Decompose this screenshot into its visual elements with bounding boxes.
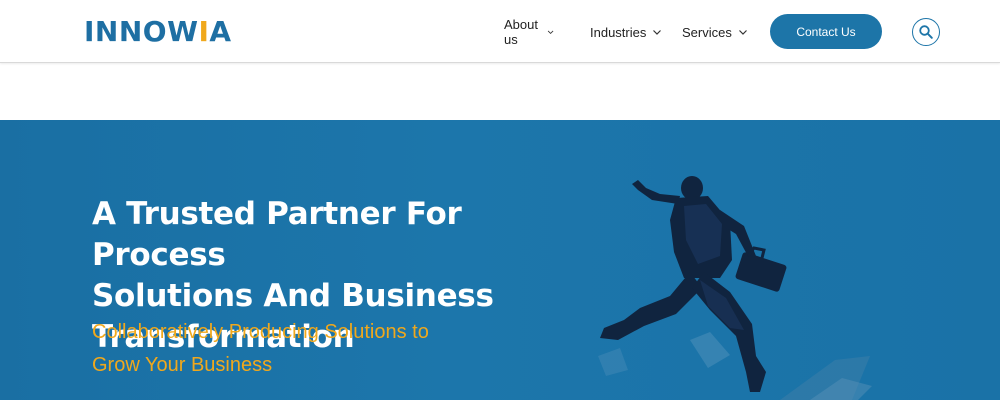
- nav-item-label: Services: [682, 24, 732, 40]
- hero-title-line: A Trusted Partner For Process: [92, 196, 462, 273]
- hero-subtitle: Collaboratively Producing Solutions to G…: [92, 316, 492, 382]
- chevron-down-icon: [547, 30, 554, 35]
- search-icon: [919, 25, 933, 39]
- site-header: INNOW I A About us Industries Services Con…: [0, 0, 1000, 63]
- nav-item-label: Industries: [590, 24, 647, 40]
- contact-us-button[interactable]: Contact Us: [770, 14, 882, 49]
- nav-item-services[interactable]: Services: [682, 22, 748, 42]
- logo-text-suffix: A: [209, 14, 232, 48]
- nav-item-industries[interactable]: Industries: [590, 22, 662, 42]
- innowia-logo[interactable]: INNOW I A: [84, 14, 232, 48]
- jumping-businessman-image: [598, 176, 872, 400]
- hero-subtitle-line: Collaboratively Producing Solutions to: [92, 321, 429, 343]
- hero-subtitle-line: Grow Your Business: [92, 354, 273, 376]
- nav-item-label: About us: [504, 17, 538, 47]
- chevron-down-icon: [738, 30, 747, 35]
- nav-item-about-us[interactable]: About us: [504, 17, 554, 47]
- logo-text-prefix: INNOW: [84, 14, 199, 48]
- chevron-down-icon: [653, 30, 662, 35]
- logo-accent: I: [198, 14, 210, 48]
- search-button[interactable]: [912, 18, 940, 46]
- hero-title-line: Solutions And Business: [92, 278, 494, 314]
